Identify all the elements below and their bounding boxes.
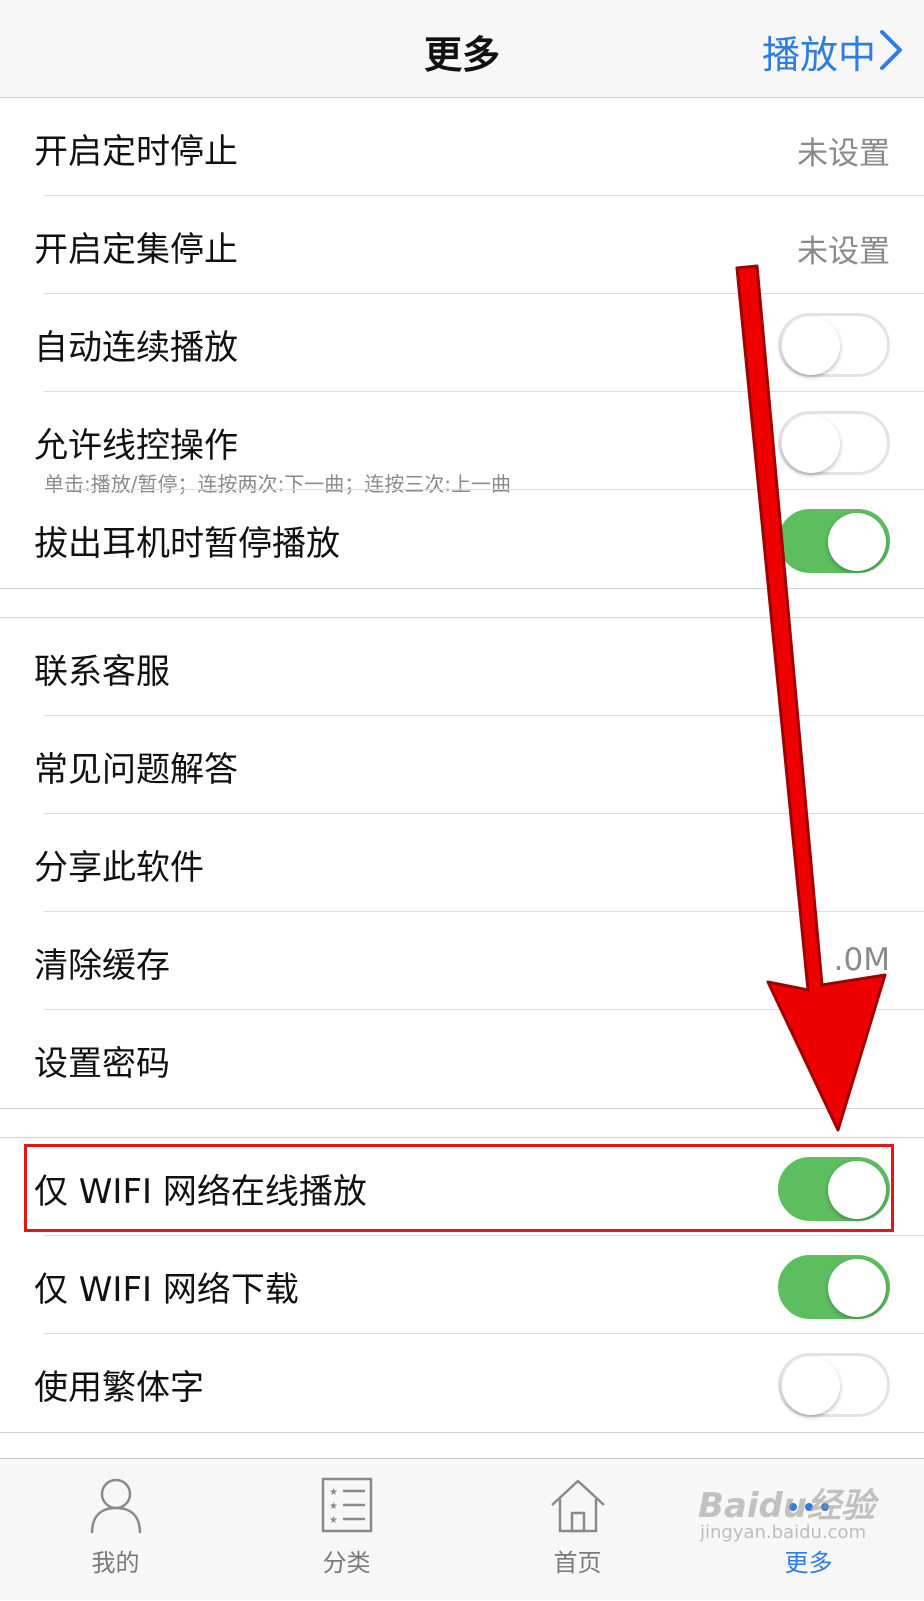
share-app-row[interactable]: 分享此软件 <box>0 814 924 912</box>
row-label: 开启定集停止 <box>34 230 238 270</box>
toggle-knob <box>782 415 840 473</box>
contact-support-row[interactable]: 联系客服 <box>0 618 924 716</box>
tab-label: 我的 <box>91 1549 140 1577</box>
svg-text:★: ★ <box>329 1515 338 1526</box>
row-label: 联系客服 <box>34 652 170 692</box>
row-label: 常见问题解答 <box>34 750 238 790</box>
episode-stop-row[interactable]: 开启定集停止 未设置 <box>0 196 924 294</box>
headphone-unplug-pause-toggle[interactable] <box>778 509 890 573</box>
row-label: 仅 WIFI 网络下载 <box>34 1270 299 1310</box>
auto-continuous-play-toggle[interactable] <box>778 313 890 377</box>
remote-control-row: 允许线控操作 单击:播放/暂停；连按两次:下一曲；连按三次:上一曲 <box>0 392 924 496</box>
svg-text:★: ★ <box>329 1501 338 1512</box>
row-label: 自动连续播放 <box>34 328 238 368</box>
toggle-knob <box>782 1357 840 1415</box>
set-password-row[interactable]: 设置密码 <box>0 1010 924 1108</box>
tab-mine[interactable]: 我的 <box>0 1459 231 1601</box>
row-value: 未设置 <box>797 136 890 172</box>
svg-text:★: ★ <box>329 1487 338 1498</box>
tab-label: 分类 <box>322 1549 371 1577</box>
cache-size-value: .0M <box>833 942 890 978</box>
row-label: 设置密码 <box>34 1044 170 1084</box>
sleep-timer-row[interactable]: 开启定时停止 未设置 <box>0 98 924 196</box>
home-icon <box>550 1479 605 1533</box>
toggle-knob <box>828 513 886 571</box>
faq-row[interactable]: 常见问题解答 <box>0 716 924 814</box>
headphone-unplug-pause-row: 拔出耳机时暂停播放 <box>0 490 924 588</box>
tab-label: 更多 <box>784 1549 833 1577</box>
support-section: 联系客服 常见问题解答 分享此软件 清除缓存 .0M 设置密码 <box>0 617 924 1109</box>
chevron-right-icon[interactable] <box>872 26 910 74</box>
remote-control-toggle[interactable] <box>778 411 890 475</box>
row-label: 清除缓存 <box>34 946 170 986</box>
row-label: 拔出耳机时暂停播放 <box>34 524 340 564</box>
toggle-knob <box>828 1259 886 1317</box>
list-icon: ★ ★ ★ <box>321 1477 372 1533</box>
row-value: 未设置 <box>797 234 890 270</box>
watermark-url: jingyan.baidu.com <box>700 1522 867 1543</box>
person-icon <box>90 1478 141 1534</box>
tab-home[interactable]: 首页 <box>462 1459 693 1601</box>
tab-label: 首页 <box>553 1549 602 1577</box>
wifi-only-download-toggle[interactable] <box>778 1255 890 1319</box>
tab-category[interactable]: ★ ★ ★ 分类 <box>231 1459 462 1601</box>
playback-settings-section: 开启定时停止 未设置 开启定集停止 未设置 自动连续播放 允许线控操作 单击:播… <box>0 97 924 589</box>
row-label: 分享此软件 <box>34 848 204 888</box>
traditional-chinese-row: 使用繁体字 <box>0 1334 924 1432</box>
navigation-bar: 更多 播放中 <box>0 0 924 98</box>
row-label: 使用繁体字 <box>34 1368 204 1408</box>
now-playing-button[interactable]: 播放中 <box>762 24 876 79</box>
traditional-chinese-toggle[interactable] <box>778 1353 890 1417</box>
annotation-highlight-box <box>24 1144 894 1232</box>
row-label: 允许线控操作 <box>34 426 238 466</box>
auto-continuous-play-row: 自动连续播放 <box>0 294 924 392</box>
clear-cache-row[interactable]: 清除缓存 .0M <box>0 912 924 1010</box>
toggle-knob <box>782 317 840 375</box>
wifi-only-download-row: 仅 WIFI 网络下载 <box>0 1236 924 1334</box>
row-label: 开启定时停止 <box>34 132 238 172</box>
watermark-brand: Baidu经验 <box>698 1486 876 1526</box>
